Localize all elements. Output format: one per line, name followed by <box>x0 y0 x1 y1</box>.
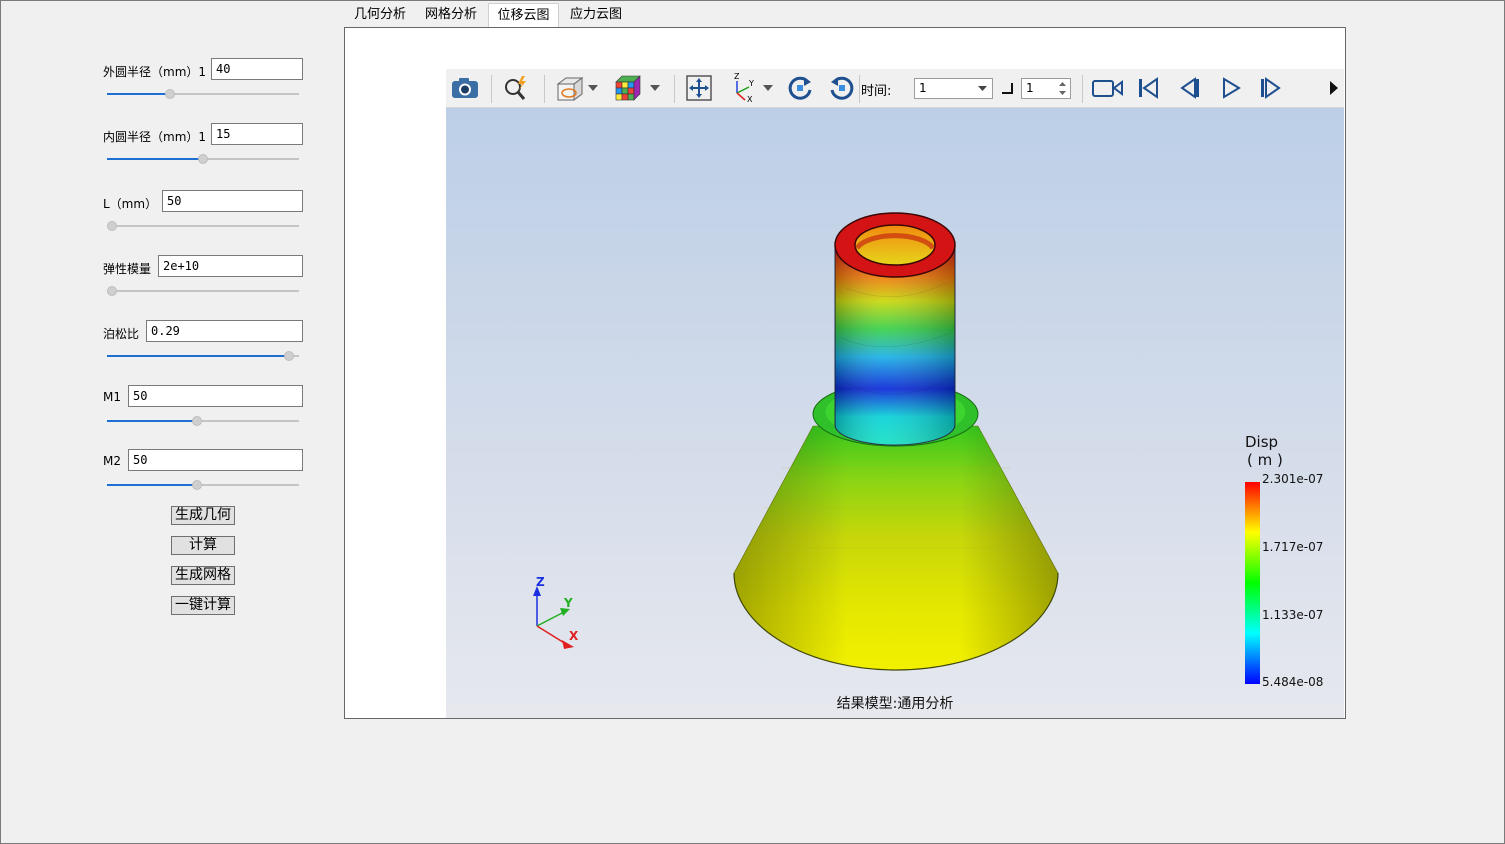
poisson-ratio-input[interactable] <box>146 320 303 342</box>
poisson-ratio-label: 泊松比 <box>103 327 140 341</box>
one-click-compute-button[interactable]: 一键计算 <box>171 596 235 615</box>
legend-mid-high-value: 1.717e-07 <box>1262 540 1324 554</box>
generate-geometry-button[interactable]: 生成几何 <box>171 506 235 525</box>
step-spinbox[interactable]: 1 <box>1021 78 1071 99</box>
last-frame-icon[interactable] <box>1256 69 1286 107</box>
legend-title: Disp <box>1245 433 1279 451</box>
poisson-ratio-slider[interactable] <box>107 350 299 362</box>
axes-orientation-icon[interactable]: ZYX <box>728 69 758 107</box>
legend-min-value: 5.484e-08 <box>1262 675 1324 689</box>
legend-mid-low-value: 1.133e-07 <box>1262 608 1324 622</box>
step-spinbox-value: 1 <box>1026 81 1034 95</box>
previous-frame-icon[interactable] <box>1174 69 1204 107</box>
video-record-icon[interactable] <box>1089 69 1125 107</box>
m2-input[interactable] <box>128 449 303 471</box>
chevron-down-icon <box>978 86 987 91</box>
cylinder-body <box>834 212 956 446</box>
outer-radius-label: 外圆半径（mm）1 <box>103 65 207 79</box>
outer-radius-slider[interactable] <box>107 88 299 100</box>
dropdown-arrow-icon[interactable] <box>648 69 662 107</box>
app-window: 外圆半径（mm）1 内圆半径（mm）1 L（mm） 弹性模量 泊松比 M1 <box>0 0 1505 844</box>
displacement-model: Z Y X <box>533 212 1260 684</box>
toolbar-overflow-icon[interactable] <box>1326 69 1342 107</box>
camera-icon[interactable] <box>450 69 480 107</box>
svg-text:Y: Y <box>748 79 754 88</box>
inner-radius-slider[interactable] <box>107 153 299 165</box>
render-viewport[interactable]: Z Y X Disp ( m ) 2.301e-07 1.717e-07 1.1… <box>446 108 1344 718</box>
play-icon[interactable] <box>1216 69 1246 107</box>
elastic-modulus-slider[interactable] <box>107 285 299 297</box>
cone-body <box>733 425 1059 671</box>
rotate-left-icon[interactable] <box>827 69 857 107</box>
legend-unit: ( m ) <box>1247 451 1283 469</box>
colormap-cube-icon[interactable] <box>612 69 642 107</box>
length-label: L（mm） <box>103 197 158 211</box>
inner-radius-input[interactable] <box>211 123 303 145</box>
generate-mesh-button[interactable]: 生成网格 <box>171 566 235 585</box>
inner-radius-label: 内圆半径（mm）1 <box>103 130 207 144</box>
legend-color-bar <box>1245 482 1260 684</box>
tab-mesh-analysis[interactable]: 网格分析 <box>419 3 483 27</box>
tab-stress-contour[interactable]: 应力云图 <box>564 3 628 27</box>
first-frame-icon[interactable] <box>1133 69 1163 107</box>
time-select-value: 1 <box>919 81 927 95</box>
dropdown-arrow-icon[interactable] <box>586 69 600 107</box>
orientation-triad: Z Y X <box>533 575 579 649</box>
tab-displacement-contour[interactable]: 位移云图 <box>488 3 559 28</box>
svg-text:X: X <box>747 95 753 103</box>
viewer-toolbar: ZYX 时间: 1 1 <box>446 69 1344 108</box>
rotate-right-icon[interactable] <box>785 69 815 107</box>
m1-input[interactable] <box>128 385 303 407</box>
view-cube-icon[interactable] <box>554 69 584 107</box>
axis-x-label: X <box>569 629 579 643</box>
dropdown-arrow-icon[interactable] <box>761 69 775 107</box>
step-corner-icon <box>996 69 1018 107</box>
m1-label: M1 <box>103 390 121 404</box>
tab-geometry-analysis[interactable]: 几何分析 <box>348 3 412 27</box>
query-icon[interactable] <box>501 69 531 107</box>
m1-slider[interactable] <box>107 415 299 427</box>
spin-arrows-icon[interactable] <box>1059 82 1066 95</box>
length-slider[interactable] <box>107 220 299 232</box>
time-select[interactable]: 1 <box>914 78 993 99</box>
axis-y-label: Y <box>563 596 573 610</box>
svg-text:Z: Z <box>734 73 740 81</box>
axis-z-label: Z <box>536 575 545 589</box>
legend-max-value: 2.301e-07 <box>1262 472 1324 486</box>
time-label: 时间: <box>861 84 892 99</box>
fit-view-icon[interactable] <box>684 69 714 107</box>
model-caption: 结果模型:通用分析 <box>836 696 954 712</box>
elastic-modulus-input[interactable] <box>158 255 303 277</box>
m2-label: M2 <box>103 454 121 468</box>
outer-radius-input[interactable] <box>211 58 303 80</box>
elastic-modulus-label: 弹性模量 <box>103 262 152 276</box>
m2-slider[interactable] <box>107 479 299 491</box>
length-input[interactable] <box>162 190 303 212</box>
compute-button[interactable]: 计算 <box>171 536 235 555</box>
